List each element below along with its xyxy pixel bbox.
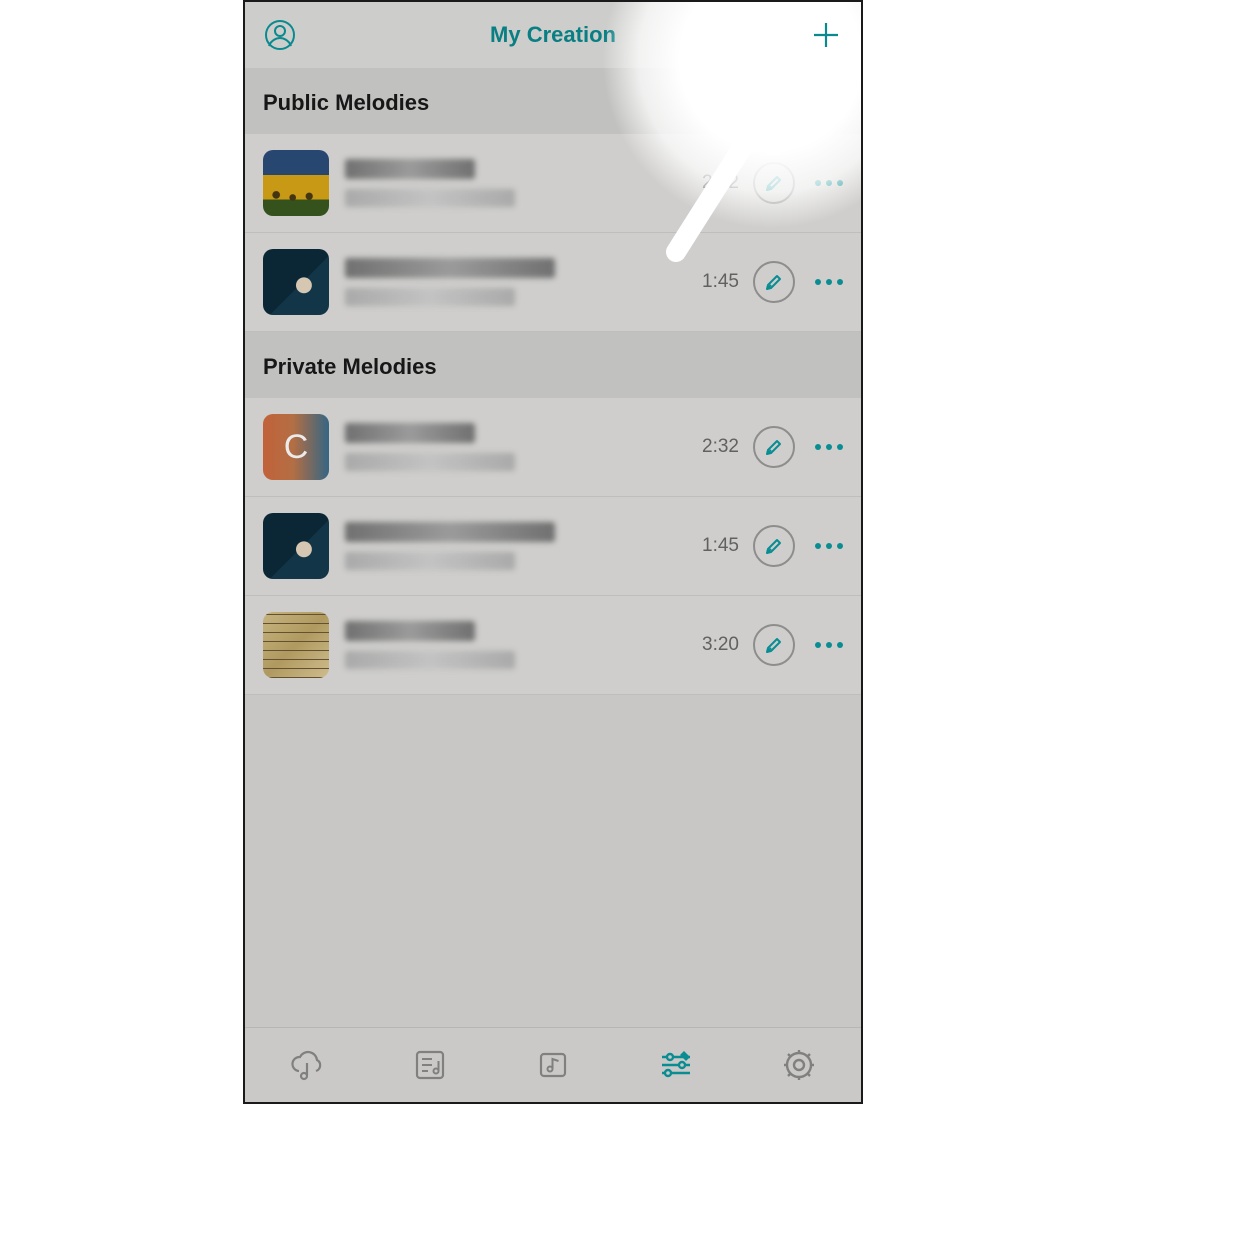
more-button[interactable] [815, 279, 843, 285]
more-button[interactable] [815, 642, 843, 648]
item-text [345, 522, 702, 570]
item-text [345, 159, 702, 207]
pencil-icon [764, 437, 784, 457]
item-subtitle-blurred [345, 288, 515, 306]
more-button[interactable] [815, 180, 843, 186]
tab-note[interactable] [533, 1045, 573, 1085]
tab-creation[interactable] [656, 1045, 696, 1085]
thumbnail [263, 150, 329, 216]
edit-button[interactable] [753, 426, 795, 468]
cloud-music-icon [287, 1045, 327, 1085]
item-title-blurred [345, 159, 475, 179]
header-bar: My Creation [245, 2, 861, 68]
list-item[interactable]: 3:20 [245, 596, 861, 695]
gear-icon [780, 1046, 818, 1084]
item-title-blurred [345, 423, 475, 443]
list-item[interactable]: 1:45 [245, 497, 861, 596]
list-item[interactable]: 2:32 [245, 134, 861, 233]
tab-bar [245, 1027, 861, 1102]
item-subtitle-blurred [345, 189, 515, 207]
profile-icon [264, 19, 296, 51]
tab-playlist[interactable] [410, 1045, 450, 1085]
thumbnail-letter: C [284, 428, 309, 467]
list-item[interactable]: 1:45 [245, 233, 861, 332]
note-card-icon [535, 1047, 571, 1083]
duration-label: 2:32 [702, 172, 739, 194]
thumbnail: C [263, 414, 329, 480]
edit-button[interactable] [753, 525, 795, 567]
more-button[interactable] [815, 543, 843, 549]
thumbnail [263, 612, 329, 678]
pencil-icon [764, 173, 784, 193]
thumbnail [263, 513, 329, 579]
item-title-blurred [345, 258, 555, 278]
item-subtitle-blurred [345, 651, 515, 669]
item-subtitle-blurred [345, 453, 515, 471]
duration-label: 3:20 [702, 634, 739, 656]
pencil-icon [764, 536, 784, 556]
edit-button[interactable] [753, 162, 795, 204]
edit-button[interactable] [753, 624, 795, 666]
item-subtitle-blurred [345, 552, 515, 570]
page-title: My Creation [245, 22, 861, 48]
section-header-public: Public Melodies [245, 68, 861, 134]
playlist-icon [412, 1047, 448, 1083]
app-screen: My Creation Public Melodies 2:32 [243, 0, 863, 1104]
item-text [345, 621, 702, 669]
tab-cloud[interactable] [287, 1045, 327, 1085]
more-button[interactable] [815, 444, 843, 450]
add-button[interactable] [809, 18, 843, 52]
sliders-edit-icon [656, 1047, 696, 1083]
pencil-icon [764, 272, 784, 292]
list-item[interactable]: C 2:32 [245, 398, 861, 497]
duration-label: 1:45 [702, 535, 739, 557]
item-title-blurred [345, 522, 555, 542]
item-text [345, 258, 702, 306]
item-title-blurred [345, 621, 475, 641]
duration-label: 1:45 [702, 271, 739, 293]
thumbnail [263, 249, 329, 315]
pencil-icon [764, 635, 784, 655]
item-text [345, 423, 702, 471]
profile-button[interactable] [263, 18, 297, 52]
edit-button[interactable] [753, 261, 795, 303]
plus-icon [811, 20, 841, 50]
section-header-private: Private Melodies [245, 332, 861, 398]
tab-settings[interactable] [779, 1045, 819, 1085]
duration-label: 2:32 [702, 436, 739, 458]
